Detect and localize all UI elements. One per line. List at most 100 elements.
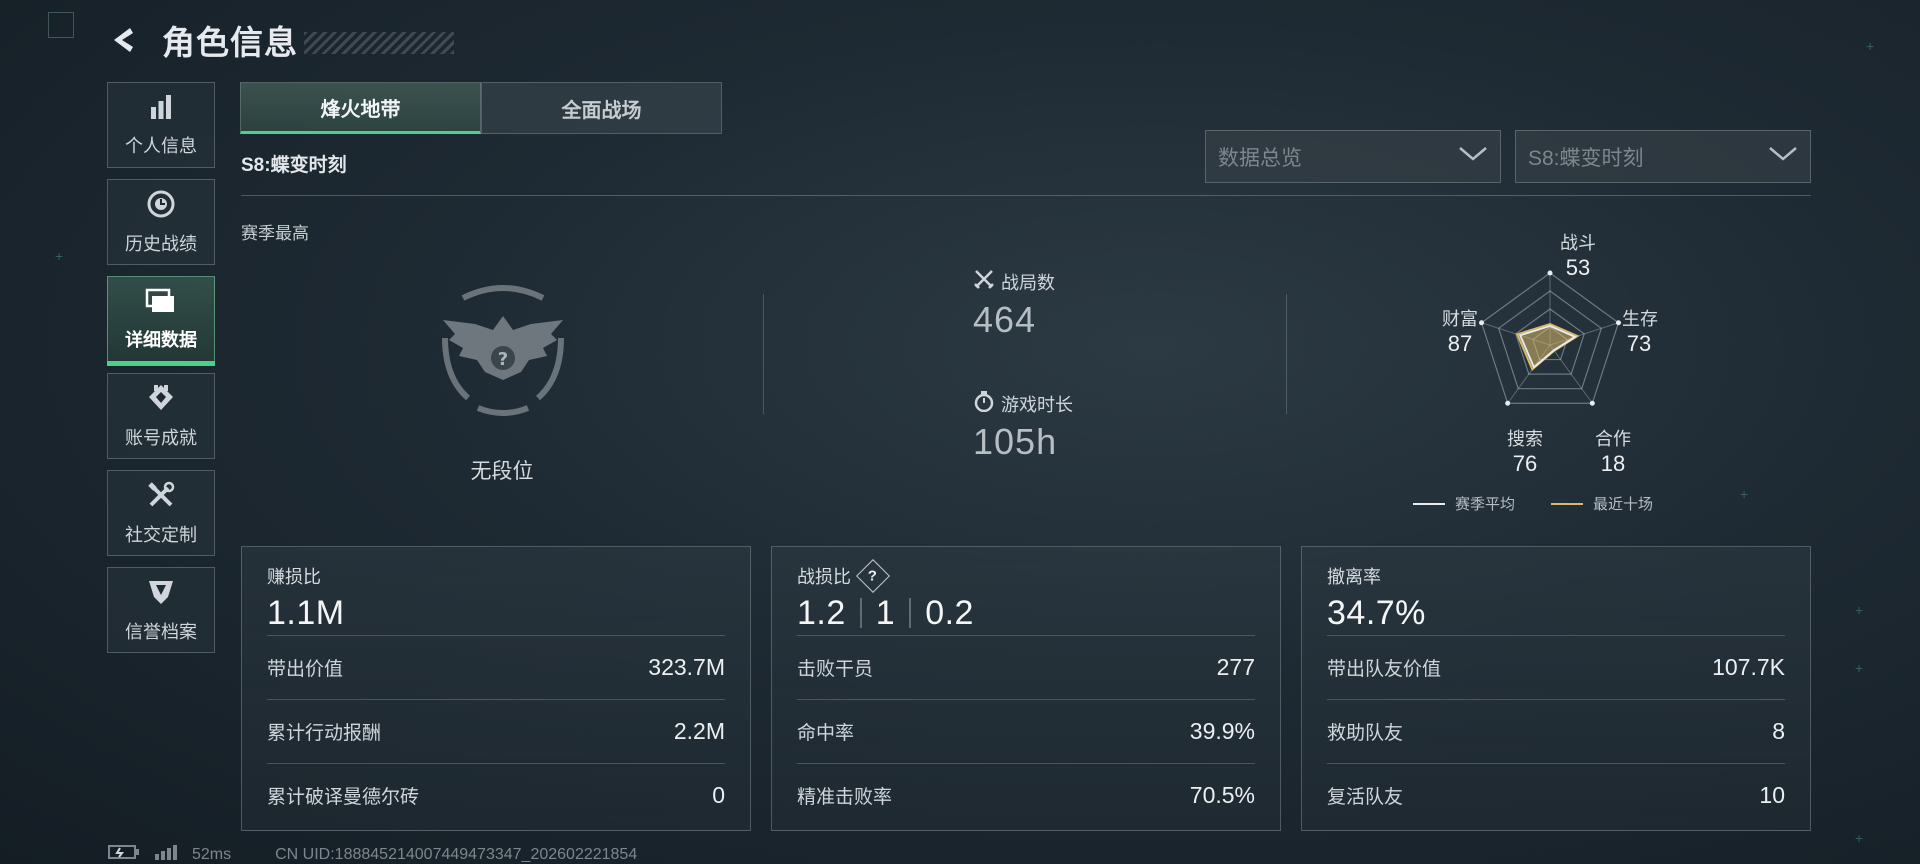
table-row: 命中率 39.9% — [797, 699, 1255, 763]
battery-icon — [108, 844, 140, 864]
help-glyph: ? — [868, 567, 878, 585]
radar-axis-value-wealth: 87 — [1447, 331, 1473, 356]
mode-tabs: 烽火地带 全面战场 — [240, 82, 722, 134]
row-value: 277 — [1216, 654, 1255, 680]
table-row: 累计破译曼德尔砖 0 — [267, 763, 725, 827]
legend-item-recent-ten: 最近十场 — [1551, 493, 1653, 514]
row-value: 70.5% — [1189, 782, 1255, 808]
tools-icon — [146, 480, 176, 515]
radar-vertex-dot — [1589, 400, 1595, 406]
table-row: 带出价值 323.7M — [267, 635, 725, 699]
kd-part: 0.2 — [925, 593, 974, 632]
divider — [241, 195, 1811, 196]
sidebar-item-reputation[interactable]: 信誉档案 — [107, 567, 215, 653]
corner-decoration — [48, 12, 74, 38]
sidebar-item-label: 账号成就 — [125, 427, 197, 448]
help-icon[interactable]: ? — [856, 559, 890, 593]
playtime-stat: 游戏时长 105h — [973, 390, 1073, 463]
row-label: 复活队友 — [1327, 787, 1404, 808]
ability-radar-chart: 战斗 53 生存 73 合作 18 搜索 76 财富 87 — [1430, 225, 1730, 505]
chevron-down-icon — [1458, 146, 1488, 167]
stopwatch-icon — [973, 390, 995, 417]
radar-legend: 赛季平均 最近十场 — [1413, 493, 1653, 514]
matches-value: 464 — [973, 299, 1037, 340]
radar-axis-value-search: 76 — [1512, 451, 1538, 476]
tab-full-battlefield[interactable]: 全面战场 — [481, 82, 722, 134]
radar-axis-label-search: 搜索 — [1507, 429, 1543, 449]
page-header: 角色信息 — [108, 18, 454, 62]
sidebar-item-detailed-data[interactable]: 详细数据 — [107, 276, 215, 366]
back-arrow-icon[interactable] — [108, 23, 142, 57]
folder-icon — [145, 287, 177, 320]
table-row: 复活队友 10 — [1327, 763, 1785, 827]
view-select[interactable]: 数据总览 — [1205, 130, 1501, 183]
profit-value: 1.1M — [267, 593, 345, 632]
profit-title: 赚损比 — [267, 567, 321, 587]
row-value: 8 — [1772, 718, 1785, 744]
row-value: 323.7M — [648, 654, 725, 680]
table-row: 带出队友价值 107.7K — [1327, 635, 1785, 699]
combat-ratio: 1.2 1 0.2 — [797, 591, 1255, 635]
table-row: 击败干员 277 — [797, 635, 1255, 699]
legend-label: 最近十场 — [1593, 496, 1654, 513]
row-value: 0 — [712, 782, 725, 808]
row-label: 命中率 — [797, 723, 855, 744]
matches-stat: 战局数 464 — [973, 268, 1055, 341]
season-best-label: 赛季最高 — [241, 224, 309, 243]
row-label: 累计行动报酬 — [267, 723, 382, 744]
view-select-value: 数据总览 — [1218, 146, 1302, 170]
row-value: 10 — [1759, 782, 1785, 808]
playtime-label: 游戏时长 — [1001, 394, 1073, 415]
chevron-down-icon — [1768, 146, 1798, 167]
page-title: 角色信息 — [162, 24, 298, 61]
sidebar-item-history[interactable]: 历史战绩 — [107, 179, 215, 265]
radar-axis-label-combat: 战斗 — [1560, 233, 1596, 253]
row-value: 107.7K — [1712, 654, 1785, 680]
radar-vertex-dot — [1505, 400, 1511, 406]
season-title: S8:蝶变时刻 — [241, 155, 347, 176]
row-label: 带出队友价值 — [1327, 659, 1442, 680]
tab-hazard-zone[interactable]: 烽火地带 — [240, 82, 481, 134]
season-select[interactable]: S8:蝶变时刻 — [1515, 130, 1811, 183]
row-value: 2.2M — [673, 718, 725, 744]
rank-label: 无段位 — [470, 460, 534, 483]
table-row: 精准击败率 70.5% — [797, 763, 1255, 827]
sidebar-item-label: 历史战绩 — [125, 233, 197, 254]
rank-eagle-emblem-icon: ? — [423, 268, 583, 428]
ratio-separator — [859, 598, 862, 628]
playtime-value: 105h — [973, 421, 1058, 462]
shield-badge-icon — [146, 577, 176, 612]
radar-series-recent-ten — [1515, 322, 1580, 371]
vertical-divider — [1286, 294, 1287, 414]
sidebar-item-social-custom[interactable]: 社交定制 — [107, 470, 215, 556]
bar-chart-icon — [147, 93, 175, 126]
radar-axis-label-survival: 生存 — [1622, 309, 1658, 329]
radar-axis-value-combat: 53 — [1565, 255, 1591, 280]
medal-icon — [146, 383, 176, 418]
row-value: 39.9% — [1189, 718, 1255, 744]
uid-text: CN UID:188845214007449473347_20260222185… — [275, 845, 638, 863]
kd-part: 1 — [875, 593, 896, 632]
sidebar-item-achievements[interactable]: 账号成就 — [107, 373, 215, 459]
matches-label: 战局数 — [1001, 272, 1055, 293]
legend-item-season-avg: 赛季平均 — [1413, 493, 1515, 514]
profit-card: 赚损比 1.1M 带出价值 323.7M 累计行动报酬 2.2M 累计破译曼德尔砖 0 — [241, 546, 751, 831]
radar-axis-value-survival: 73 — [1626, 331, 1652, 356]
radar-axis-label-wealth: 财富 — [1442, 309, 1478, 329]
row-label: 精准击败率 — [797, 787, 893, 808]
row-label: 带出价值 — [267, 659, 344, 680]
ratio-separator — [909, 598, 912, 628]
radar-axis-value-teamwork: 18 — [1600, 451, 1626, 476]
row-label: 救助队友 — [1327, 723, 1404, 744]
row-label: 击败干员 — [797, 659, 874, 680]
table-row: 救助队友 8 — [1327, 699, 1785, 763]
legend-label: 赛季平均 — [1455, 496, 1516, 513]
extract-title: 撤离率 — [1327, 567, 1381, 587]
title-stripes-decoration — [304, 32, 454, 54]
sidebar-item-label: 社交定制 — [125, 524, 197, 545]
svg-text:?: ? — [498, 349, 508, 370]
radar-axis-label-teamwork: 合作 — [1595, 429, 1631, 449]
sidebar-item-personal-info[interactable]: 个人信息 — [107, 82, 215, 168]
clock-icon — [146, 189, 176, 224]
extract-value: 34.7% — [1327, 593, 1426, 632]
